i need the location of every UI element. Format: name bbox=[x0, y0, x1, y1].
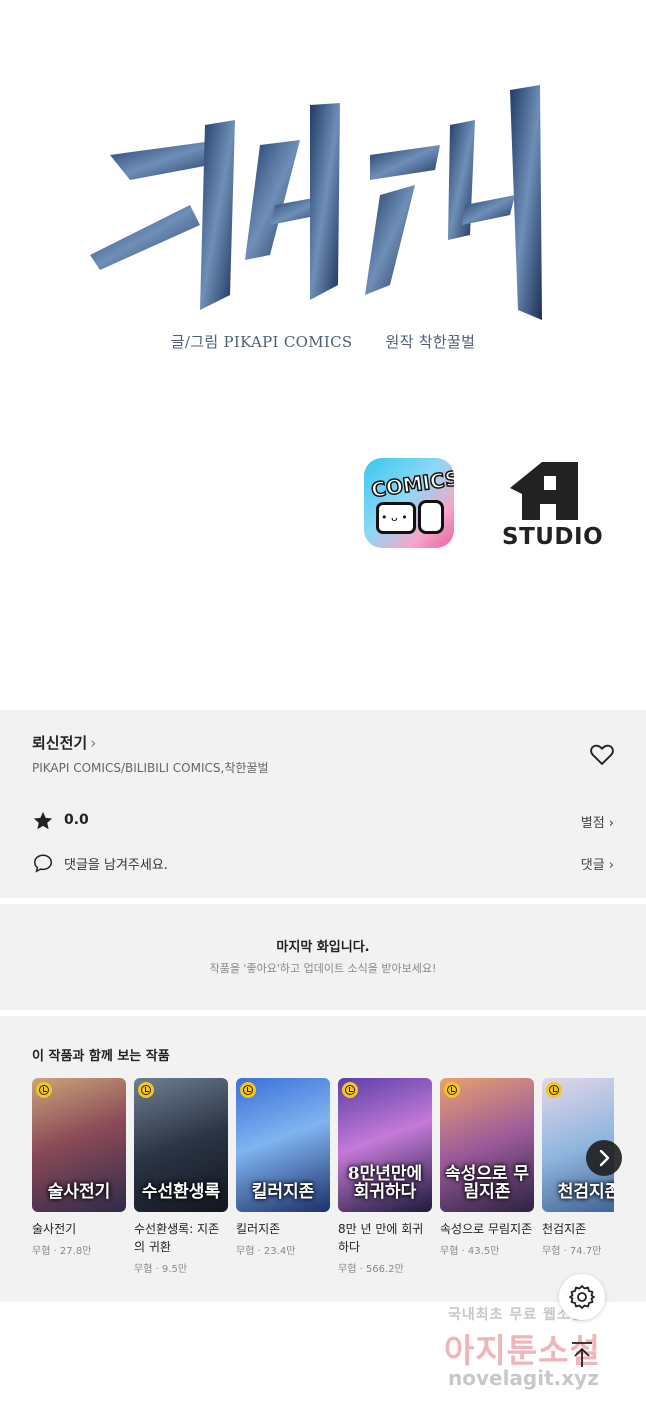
clock-badge-icon bbox=[546, 1082, 562, 1098]
comment-prompt[interactable]: 댓글을 남겨주세요. bbox=[64, 854, 168, 873]
studio-mark-icon bbox=[510, 462, 578, 520]
card-meta: 무협 · 43.5만 bbox=[440, 1246, 500, 1257]
work-title: 뢰신전기 bbox=[32, 734, 88, 752]
carousel-next-button[interactable] bbox=[586, 1140, 622, 1176]
heart-icon[interactable] bbox=[588, 740, 616, 768]
work-authors: PIKAPI COMICS/BILIBILI COMICS,착한꿀벌 bbox=[32, 761, 269, 775]
cover-title: 속성으로 무림지존 bbox=[444, 1163, 530, 1203]
recommendation-card[interactable]: 8만년만에 회귀하다 8만 년 만에 회귀하다 무협 · 566.2만 bbox=[338, 1078, 432, 1275]
recommendation-card[interactable]: 술사전기 술사전기 무협 · 27.8만 bbox=[32, 1078, 126, 1257]
cover-thumbnail: 술사전기 bbox=[32, 1078, 126, 1212]
clock-badge-icon bbox=[240, 1082, 256, 1098]
cover-title: 8만년만에 회귀하다 bbox=[347, 1163, 423, 1203]
clock-badge-icon bbox=[36, 1082, 52, 1098]
card-title: 킬러지존 bbox=[236, 1222, 281, 1236]
recommendations-heading: 이 작품과 함께 보는 작품 bbox=[32, 1049, 170, 1064]
last-episode-panel bbox=[0, 904, 646, 1010]
gear-icon bbox=[569, 1285, 595, 1309]
comments-button[interactable]: 댓글 › bbox=[581, 854, 614, 873]
card-title: 천검지존 bbox=[542, 1222, 587, 1236]
title-artwork: 글/그림 PIKAPI COMICS 원작 착한꿀벌 COMICS STUDIO bbox=[0, 0, 646, 710]
card-meta: 무협 · 74.7만 bbox=[542, 1246, 602, 1257]
credit-original: 원작 착한꿀벌 bbox=[385, 333, 476, 351]
cover-thumbnail: 수선환생록 bbox=[134, 1078, 228, 1212]
comment-row: 댓글을 남겨주세요. 댓글 › bbox=[32, 850, 614, 876]
logo-studio-text: STUDIO bbox=[502, 524, 604, 550]
last-episode-title: 마지막 화입니다. bbox=[276, 940, 370, 955]
thumbs-up-icon bbox=[418, 500, 444, 534]
card-meta: 무협 · 9.5만 bbox=[134, 1264, 188, 1275]
credit-line: 글/그림 PIKAPI COMICS 원작 착한꿀벌 bbox=[0, 331, 646, 352]
work-title-link[interactable]: 뢰신전기 › bbox=[32, 732, 96, 753]
logo-comics-text: COMICS bbox=[369, 465, 454, 503]
title-calligraphy-art bbox=[90, 85, 542, 320]
scroll-top-button[interactable] bbox=[564, 1340, 600, 1370]
recommendation-card[interactable]: 수선환생록 수선환생록: 지존의 귀환 무협 · 9.5만 bbox=[134, 1078, 228, 1275]
comment-icon bbox=[34, 854, 52, 873]
arrow-up-icon bbox=[572, 1342, 592, 1367]
site-watermark: 국내최초 무료 웹소설 아지툰소설 novelagit.xyz bbox=[444, 1304, 634, 1404]
clock-badge-icon bbox=[444, 1082, 460, 1098]
cover-title: 수선환생록 bbox=[141, 1182, 221, 1203]
chevron-right-icon bbox=[599, 1149, 610, 1167]
card-meta: 무협 · 566.2만 bbox=[338, 1264, 404, 1275]
recommendation-card[interactable]: 속성으로 무림지존 속성으로 무림지존 무협 · 43.5만 bbox=[440, 1078, 534, 1257]
viewer-page: 글/그림 PIKAPI COMICS 원작 착한꿀벌 COMICS STUDIO… bbox=[0, 0, 646, 1418]
clock-badge-icon bbox=[342, 1082, 358, 1098]
cover-title: 천검지존 bbox=[557, 1182, 614, 1203]
cover-thumbnail: 8만년만에 회귀하다 bbox=[338, 1078, 432, 1212]
credit-art: 글/그림 PIKAPI COMICS bbox=[170, 333, 353, 351]
tv-mascot-icon bbox=[376, 502, 416, 534]
chevron-right-icon: › bbox=[90, 734, 97, 752]
settings-button[interactable] bbox=[559, 1274, 605, 1320]
cover-title: 술사전기 bbox=[47, 1182, 111, 1203]
studio-logo: STUDIO bbox=[498, 458, 608, 550]
card-title: 술사전기 bbox=[32, 1222, 77, 1236]
star-icon bbox=[33, 811, 53, 830]
card-meta: 무협 · 27.8만 bbox=[32, 1246, 92, 1257]
clock-badge-icon bbox=[138, 1082, 154, 1098]
card-title: 수선환생록: 지존의 귀환 bbox=[134, 1222, 220, 1254]
cover-title: 킬러지존 bbox=[251, 1182, 315, 1203]
recommendations-strip: 술사전기 술사전기 무협 · 27.8만 수선환생록 수선환생록: 지존의 귀환… bbox=[32, 1078, 614, 1288]
last-episode-subtitle: 작품을 '좋아요'하고 업데이트 소식을 받아보세요! bbox=[209, 962, 437, 975]
rating-score: 0.0 bbox=[64, 812, 89, 828]
recommendation-card[interactable]: 킬러지존 킬러지존 무협 · 23.4만 bbox=[236, 1078, 330, 1257]
card-title: 속성으로 무림지존 bbox=[440, 1222, 533, 1236]
card-meta: 무협 · 23.4만 bbox=[236, 1246, 296, 1257]
rate-button[interactable]: 별점 › bbox=[581, 812, 614, 831]
cover-thumbnail: 속성으로 무림지존 bbox=[440, 1078, 534, 1212]
card-title: 8만 년 만에 회귀하다 bbox=[338, 1222, 424, 1254]
rating-row: 0.0 별점 › bbox=[32, 808, 614, 834]
bilibili-comics-logo: COMICS bbox=[364, 458, 454, 548]
cover-thumbnail: 킬러지존 bbox=[236, 1078, 330, 1212]
